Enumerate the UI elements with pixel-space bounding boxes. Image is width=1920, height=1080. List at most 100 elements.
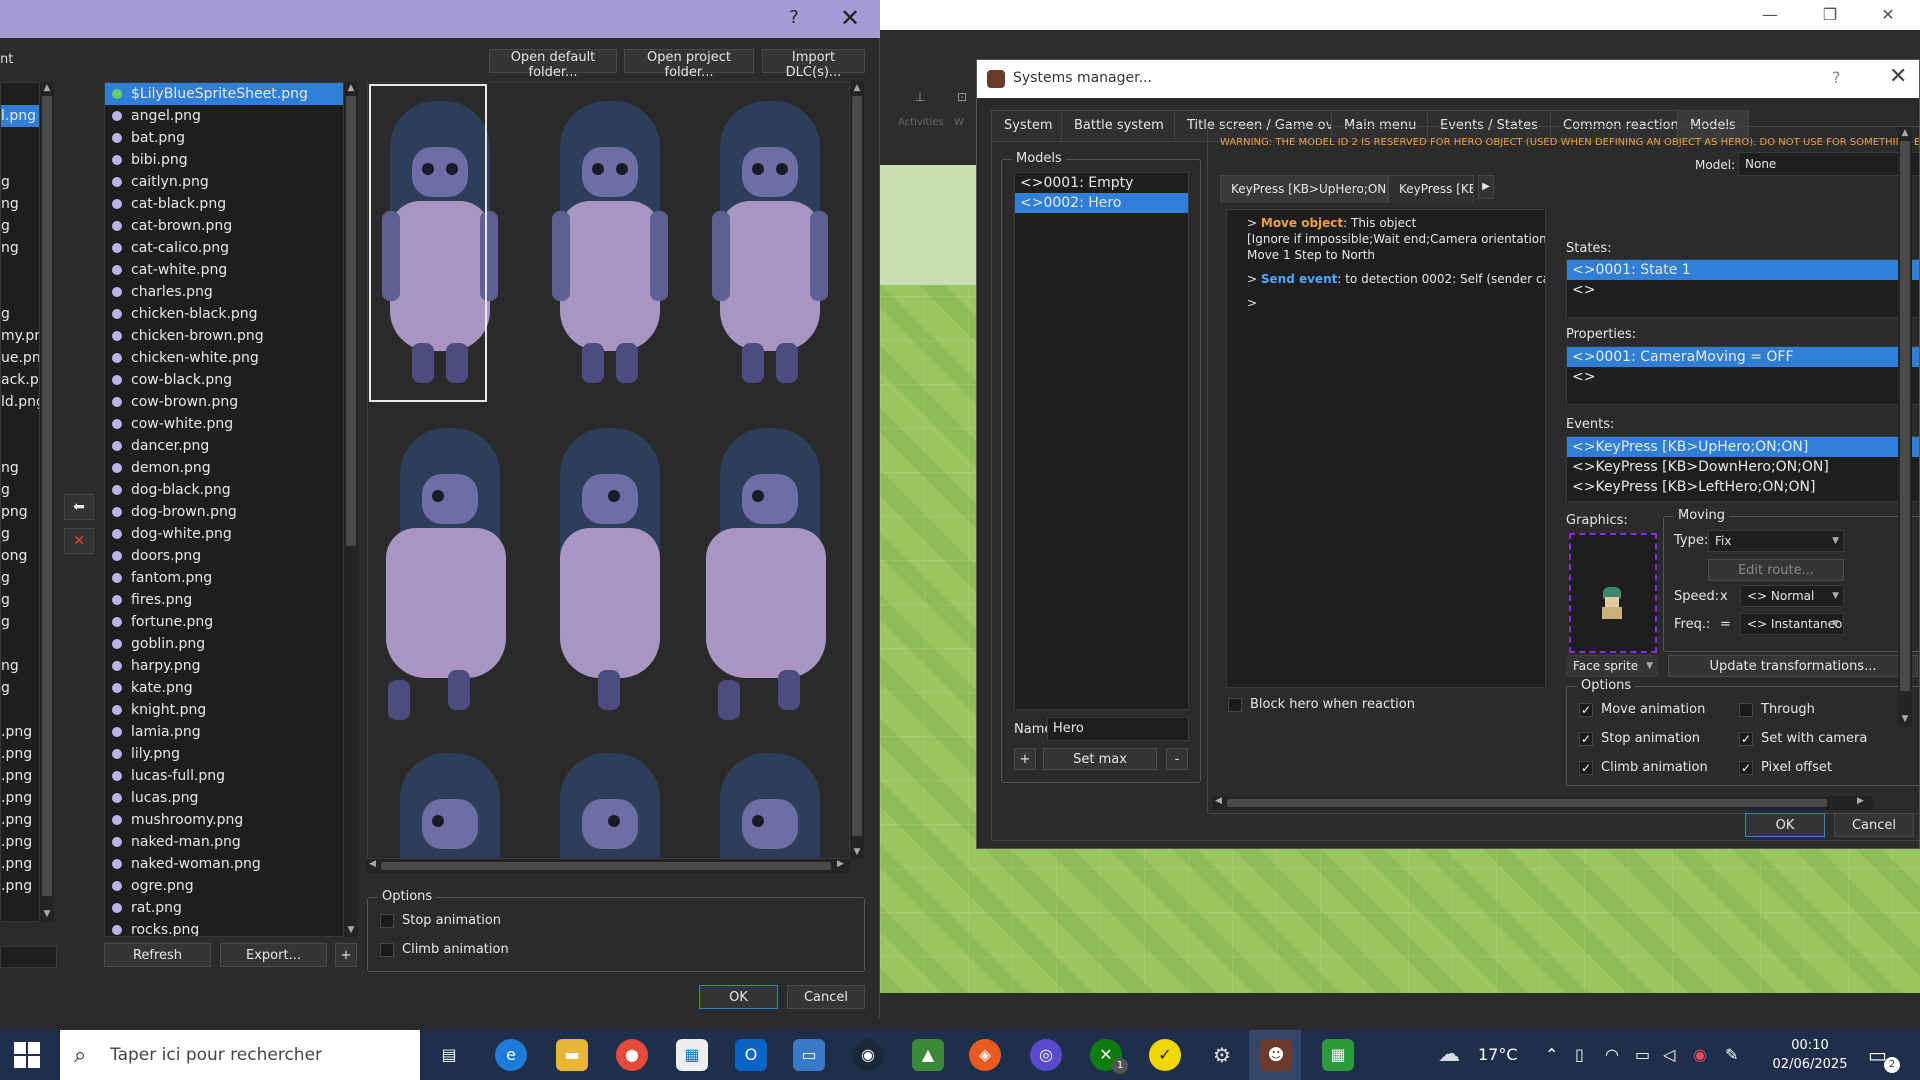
project-picture-item[interactable]: my.pn <box>1 325 39 347</box>
scroll-thumb[interactable] <box>381 862 831 870</box>
picture-file-item[interactable]: rocks.png <box>105 919 343 936</box>
cut-name-field[interactable] <box>0 946 57 968</box>
news-icon[interactable]: ▭ <box>793 1039 825 1071</box>
command-move-object[interactable]: > Move object: This object <box>1247 216 1416 230</box>
scroll-right-icon[interactable]: ▶ <box>1857 796 1864 806</box>
project-picture-item[interactable]: .png <box>1 853 39 875</box>
picture-file-item[interactable]: mushroomy.png <box>105 809 343 831</box>
picture-file-item[interactable]: naked-woman.png <box>105 853 343 875</box>
picture-file-item[interactable]: cat-calico.png <box>105 237 343 259</box>
commands-list[interactable]: > Move object: This object [Ignore if im… <box>1226 209 1546 688</box>
grid-app-icon[interactable]: ▦ <box>1322 1039 1354 1071</box>
cancel-button[interactable]: Cancel <box>787 985 865 1009</box>
project-picture-item[interactable]: .png <box>1 743 39 765</box>
project-picture-item[interactable]: ng <box>1 457 39 479</box>
project-picture-item[interactable]: g <box>1 523 39 545</box>
device-icon[interactable]: ▯ <box>1575 1030 1584 1080</box>
picture-file-item[interactable]: doors.png <box>105 545 343 567</box>
picture-file-item[interactable]: bat.png <box>105 127 343 149</box>
picture-file-item[interactable]: fortune.png <box>105 611 343 633</box>
picture-file-item[interactable]: bibi.png <box>105 149 343 171</box>
project-picture-item[interactable]: ong <box>1 545 39 567</box>
scroll-up-icon[interactable]: ▲ <box>40 82 54 94</box>
graphics-preview[interactable] <box>1569 533 1657 653</box>
climb-animation-checkbox[interactable]: ✓ <box>1579 761 1593 775</box>
cancel-button[interactable]: Cancel <box>1834 813 1914 837</box>
project-picture-item[interactable]: g <box>1 303 39 325</box>
picture-file-item[interactable]: cat-black.png <box>105 193 343 215</box>
picture-file-item[interactable]: lucas-full.png <box>105 765 343 787</box>
project-picture-item[interactable] <box>1 281 39 303</box>
picture-file-item[interactable]: caitlyn.png <box>105 171 343 193</box>
scroll-thumb[interactable] <box>42 96 52 896</box>
weather-icon[interactable]: ☁ <box>1438 1030 1460 1080</box>
project-picture-item[interactable]: l.png <box>1 105 39 127</box>
picture-file-item[interactable]: cat-white.png <box>105 259 343 281</box>
project-picture-item[interactable] <box>1 413 39 435</box>
project-picture-item[interactable]: .png <box>1 875 39 897</box>
stop-animation-checkbox[interactable]: ✓ <box>1579 732 1593 746</box>
import-dlc-button[interactable]: Import DLC(s)... <box>762 49 865 80</box>
picture-file-item[interactable]: angel.png <box>105 105 343 127</box>
state-item[interactable]: <>0001: State 1 <box>1567 260 1919 280</box>
project-picture-item[interactable]: png <box>1 501 39 523</box>
project-picture-list[interactable]: l.png g ng g ng g my.pn ue.png ack.pn ld.png ng g pn… <box>0 82 40 922</box>
stop-animation-checkbox[interactable] <box>380 914 394 928</box>
project-picture-item[interactable]: ack.pn <box>1 369 39 391</box>
taskbar-clock[interactable]: 00:10 02/06/2025 <box>1770 1036 1850 1074</box>
picture-file-item[interactable]: lamia.png <box>105 721 343 743</box>
project-picture-item[interactable]: g <box>1 171 39 193</box>
speed-select[interactable]: <> Normal ▼ <box>1740 585 1844 607</box>
face-sprite-select[interactable]: Face sprite ▼ <box>1566 655 1658 677</box>
picture-file-item[interactable]: naked-man.png <box>105 831 343 853</box>
add-model-button[interactable]: + <box>1014 748 1036 770</box>
help-icon[interactable]: ? <box>782 6 806 30</box>
default-picture-list[interactable]: $LilyBlueSpriteSheet.png angel.png bat.png… <box>104 82 344 937</box>
outlook-icon[interactable]: O <box>735 1039 767 1071</box>
project-picture-item[interactable]: g <box>1 611 39 633</box>
property-item[interactable]: <> <box>1567 367 1919 387</box>
picture-file-item[interactable]: rat.png <box>105 897 343 919</box>
picture-file-item[interactable]: dog-black.png <box>105 479 343 501</box>
preview-hscrollbar[interactable]: ◀ ▶ <box>367 859 850 873</box>
taskbar-search[interactable]: ⌕ Taper ici pour rechercher <box>60 1030 420 1080</box>
picture-file-item[interactable]: dancer.png <box>105 435 343 457</box>
scroll-left-icon[interactable]: ◀ <box>369 859 376 869</box>
maximize-icon[interactable]: ❐ <box>1810 4 1850 26</box>
minecraft-icon[interactable]: ▲ <box>912 1039 944 1071</box>
picture-file-item[interactable]: fantom.png <box>105 567 343 589</box>
app-icon[interactable]: ✓ <box>1149 1039 1181 1071</box>
picture-file-item[interactable]: lily.png <box>105 743 343 765</box>
scroll-thumb[interactable] <box>346 96 356 546</box>
remove-model-button[interactable]: - <box>1166 748 1188 770</box>
project-picture-item[interactable]: ng <box>1 237 39 259</box>
property-item[interactable]: <>0001: CameraMoving = OFF <box>1567 347 1919 367</box>
picture-file-item[interactable]: demon.png <box>105 457 343 479</box>
close-icon[interactable]: ✕ <box>835 4 865 32</box>
set-with-camera-checkbox[interactable]: ✓ <box>1739 732 1753 746</box>
project-picture-item[interactable]: ng <box>1 193 39 215</box>
scroll-thumb[interactable] <box>852 96 862 836</box>
type-select[interactable]: Fix ▼ <box>1708 530 1844 552</box>
name-field[interactable]: Hero <box>1047 717 1189 741</box>
scroll-down-icon[interactable]: ▼ <box>40 908 54 920</box>
model-item[interactable]: <>0001: Empty <box>1015 173 1188 193</box>
climb-animation-checkbox[interactable] <box>380 943 394 957</box>
project-picture-item[interactable]: ng <box>1 655 39 677</box>
help-icon[interactable]: ? <box>1832 68 1841 87</box>
picture-file-item[interactable]: kate.png <box>105 677 343 699</box>
picture-file-item[interactable]: goblin.png <box>105 633 343 655</box>
project-picture-item[interactable]: ld.png <box>1 391 39 413</box>
event-item[interactable]: <>KeyPress [KB>DownHero;ON;ON] <box>1567 457 1919 477</box>
scroll-thumb[interactable] <box>1227 799 1827 807</box>
project-picture-item[interactable] <box>1 83 39 105</box>
refresh-button[interactable]: Refresh <box>104 943 211 967</box>
move-left-button[interactable]: ⬅ <box>64 494 94 520</box>
project-picture-item[interactable]: ue.png <box>1 347 39 369</box>
project-picture-item[interactable] <box>1 633 39 655</box>
add-picture-button[interactable]: + <box>335 943 357 967</box>
ok-button[interactable]: OK <box>1745 813 1825 837</box>
command-empty[interactable]: > <box>1247 296 1257 310</box>
picture-file-item[interactable]: cow-brown.png <box>105 391 343 413</box>
app-icon[interactable]: ◈ <box>969 1039 1001 1071</box>
